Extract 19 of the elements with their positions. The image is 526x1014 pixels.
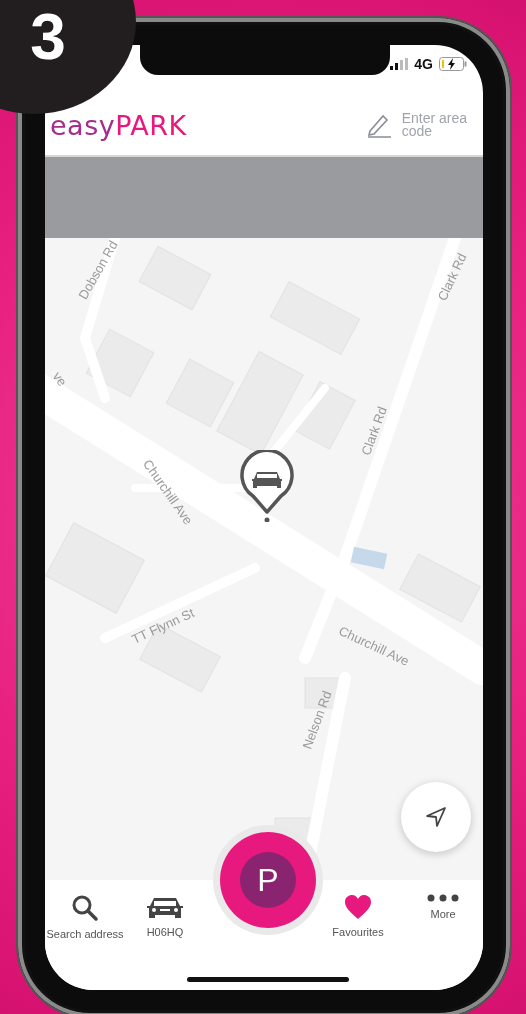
nav-tab[interactable]: More bbox=[427, 880, 459, 920]
nav-tab[interactable]: Favourites bbox=[332, 880, 384, 938]
street-label: TT Flynn St bbox=[129, 605, 197, 648]
heart-icon bbox=[344, 894, 372, 920]
search-icon bbox=[71, 894, 99, 922]
pencil-icon bbox=[365, 112, 392, 138]
nav-tab[interactable]: Search address bbox=[46, 880, 124, 940]
network-label: 4G bbox=[414, 56, 433, 72]
more-icon bbox=[427, 894, 459, 902]
battery-charging-icon bbox=[439, 57, 467, 71]
park-button[interactable]: P bbox=[220, 832, 316, 928]
nav-tab[interactable]: H06HQ bbox=[146, 880, 184, 938]
street-label: ve bbox=[50, 369, 71, 390]
street-label: Nelson Rd bbox=[299, 688, 334, 751]
navigation-arrow-icon bbox=[425, 806, 447, 828]
street-label: Clark Rd bbox=[357, 404, 390, 457]
car-location-pin-icon bbox=[239, 450, 295, 522]
street-label: Clark Rd bbox=[434, 250, 470, 303]
signal-icon bbox=[390, 58, 409, 70]
